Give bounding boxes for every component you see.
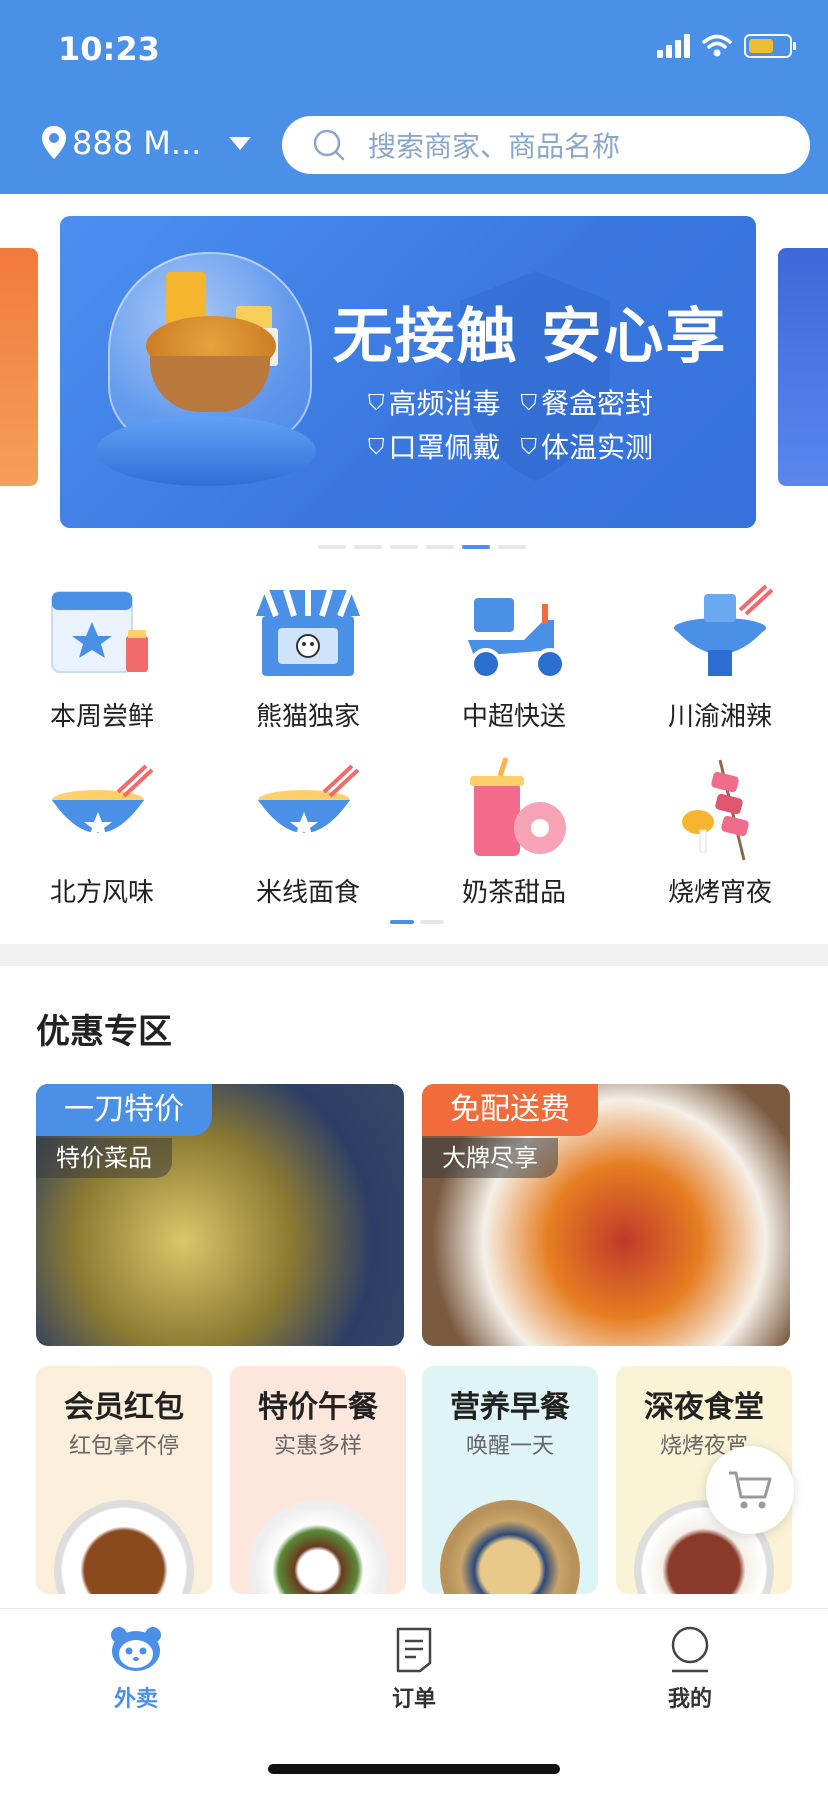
banner-tag: ⛉ 餐盒密封 xyxy=(521,382,654,426)
tab-orders[interactable]: 订单 xyxy=(344,1625,484,1713)
page-dot xyxy=(390,545,418,549)
cart-button[interactable] xyxy=(706,1446,794,1534)
banner-carousel[interactable]: 无接触 安心享 ⛉ 高频消毒 ⛉ 餐盒密封 ⛉ 口罩佩戴 ⛉ 体温实测 xyxy=(0,206,828,536)
battery-icon xyxy=(744,34,796,58)
wifi-icon xyxy=(702,34,732,57)
search-bar[interactable]: 搜索商家、商品名称 xyxy=(282,116,810,174)
page-dot xyxy=(318,545,346,549)
category-item[interactable]: 本周尝鲜 xyxy=(12,580,192,733)
profile-icon xyxy=(671,1626,709,1673)
scooter-icon xyxy=(454,580,574,690)
promo-section-title: 优惠专区 xyxy=(36,1012,172,1052)
cart-icon xyxy=(729,1471,772,1509)
status-time: 10:23 xyxy=(58,30,160,68)
chevron-down-icon xyxy=(229,136,252,150)
page-dot xyxy=(420,920,444,924)
mini-card-member-redpacket[interactable]: 会员红包 红包拿不停 xyxy=(36,1366,212,1594)
panda-icon xyxy=(111,1627,161,1671)
hotpot-icon xyxy=(660,580,780,690)
shield-check-icon: ⛉ xyxy=(520,391,538,416)
banner-page-indicator xyxy=(318,545,526,549)
promo-subtitle: 大牌尽享 xyxy=(422,1138,558,1178)
home-indicator xyxy=(268,1764,560,1774)
banner-tag: ⛉ 口罩佩戴 xyxy=(368,426,501,470)
shield-check-icon: ⛉ xyxy=(368,435,385,460)
banner-tag: ⛉ 高频消毒 xyxy=(368,382,501,426)
tab-takeout[interactable]: 外卖 xyxy=(66,1625,206,1713)
order-document-icon xyxy=(396,1627,432,1673)
category-item[interactable]: 奶茶甜品 xyxy=(424,756,604,909)
food-plate-image xyxy=(440,1500,580,1594)
food-plate-image xyxy=(54,1500,194,1594)
page-dot xyxy=(498,545,526,549)
category-page-indicator xyxy=(390,920,444,924)
banner-tags: ⛉ 高频消毒 ⛉ 餐盒密封 ⛉ 口罩佩戴 ⛉ 体温实测 xyxy=(368,382,708,470)
category-item[interactable]: 北方风味 xyxy=(12,756,192,909)
category-item[interactable]: 米线面食 xyxy=(218,756,398,909)
mini-card-lunch-special[interactable]: 特价午餐 实惠多样 xyxy=(230,1366,406,1594)
banner-next-card[interactable] xyxy=(778,248,828,486)
signal-icon xyxy=(657,34,690,58)
promo-card-free-delivery[interactable]: 免配送费 大牌尽享 xyxy=(422,1084,790,1346)
top-header: 10:23 888 M... 搜索商家、商品名称 xyxy=(0,0,828,194)
page-dot xyxy=(390,920,414,924)
status-icons xyxy=(657,34,796,58)
location-pin-icon xyxy=(42,126,66,159)
location-selector[interactable]: 888 M... xyxy=(40,124,252,162)
shield-check-icon: ⛉ xyxy=(368,391,385,416)
food-plate-image xyxy=(248,1500,388,1594)
mini-card-breakfast[interactable]: 营养早餐 唤醒一天 xyxy=(422,1366,598,1594)
promo-subtitle: 特价菜品 xyxy=(36,1138,172,1178)
category-item[interactable]: 熊猫独家 xyxy=(218,580,398,733)
milk-tea-donut-icon xyxy=(454,756,574,866)
tab-profile[interactable]: 我的 xyxy=(620,1625,760,1713)
page-dot xyxy=(462,545,490,549)
bbq-skewer-icon xyxy=(660,756,780,866)
category-item[interactable]: 川渝湘辣 xyxy=(630,580,810,733)
section-divider xyxy=(0,944,828,966)
dome-base-illustration xyxy=(96,416,316,486)
banner-slide[interactable]: 无接触 安心享 ⛉ 高频消毒 ⛉ 餐盒密封 ⛉ 口罩佩戴 ⛉ 体温实测 xyxy=(60,216,756,528)
shield-check-icon: ⛉ xyxy=(520,435,538,460)
noodle-bowl-icon xyxy=(248,756,368,866)
promo-card-special-price[interactable]: 一刀特价 特价菜品 xyxy=(36,1084,404,1346)
calendar-star-icon xyxy=(42,580,162,690)
page-dot xyxy=(426,545,454,549)
banner-headline: 无接触 安心享 xyxy=(332,302,728,372)
search-icon xyxy=(313,129,345,161)
promo-tag: 免配送费 xyxy=(422,1084,598,1136)
location-text: 888 M... xyxy=(72,124,202,162)
category-item[interactable]: 烧烤宵夜 xyxy=(630,756,810,909)
banner-tag: ⛉ 体温实测 xyxy=(521,426,654,470)
banner-prev-card[interactable] xyxy=(0,248,38,486)
page-dot xyxy=(354,545,382,549)
category-item[interactable]: 中超快送 xyxy=(424,580,604,733)
panda-shop-icon xyxy=(248,580,368,690)
search-placeholder: 搜索商家、商品名称 xyxy=(368,130,621,163)
promo-tag: 一刀特价 xyxy=(36,1084,212,1136)
noodle-bowl-icon xyxy=(42,756,162,866)
